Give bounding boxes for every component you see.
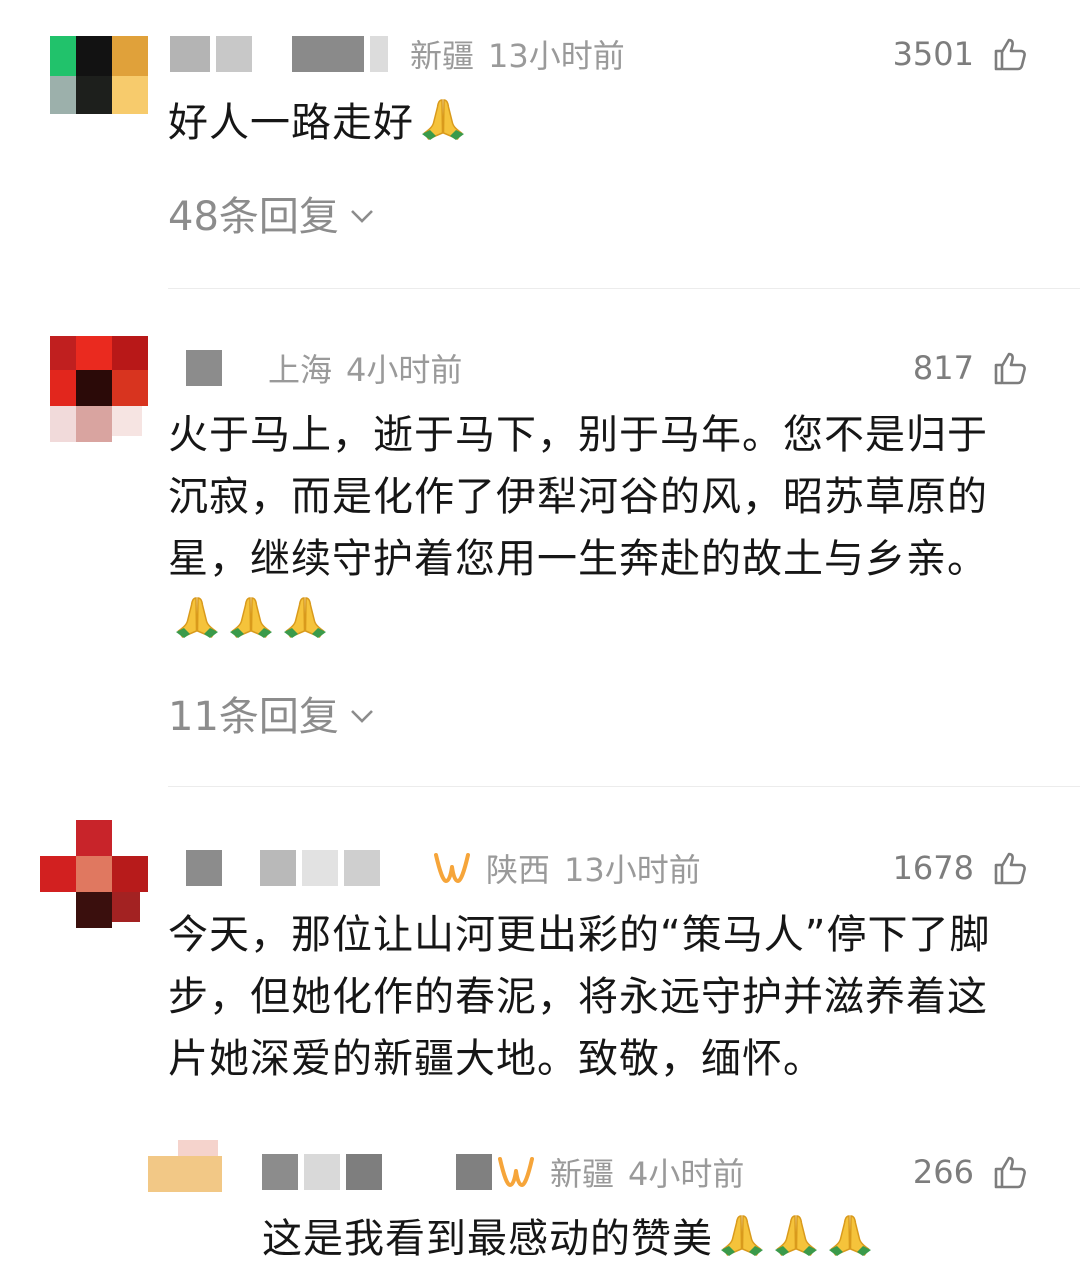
expand-replies-button[interactable]: 48条回复 bbox=[168, 184, 375, 242]
username-redacted[interactable] bbox=[262, 1154, 492, 1190]
username-redacted[interactable] bbox=[170, 36, 394, 72]
like-button[interactable]: 3501 bbox=[893, 34, 1028, 74]
ip-location: 上海 bbox=[268, 351, 333, 389]
avatar[interactable] bbox=[148, 1140, 226, 1196]
ip-location: 新疆 bbox=[550, 1155, 615, 1193]
divider bbox=[168, 786, 1080, 787]
comment-meta: 新疆 4小时前 bbox=[262, 1152, 745, 1193]
replies-count: 11条回复 bbox=[168, 694, 339, 740]
like-button[interactable]: 1678 bbox=[893, 848, 1028, 888]
like-button[interactable]: 266 bbox=[913, 1152, 1028, 1192]
ip-location: 新疆 bbox=[410, 37, 475, 75]
username-redacted[interactable] bbox=[186, 850, 386, 886]
like-count: 1678 bbox=[892, 849, 974, 887]
chevron-down-icon bbox=[339, 690, 375, 736]
comment-text: 火于马上，逝于马下，别于马年。您不是归于沉寂，而是化作了伊犁河谷的风，昭苏草原的… bbox=[168, 404, 1028, 652]
divider bbox=[168, 288, 1080, 289]
folded-hands-emoji-icon bbox=[825, 1212, 875, 1258]
like-count: 817 bbox=[912, 349, 974, 387]
thumbs-up-icon bbox=[992, 850, 1028, 886]
replies-count: 48条回复 bbox=[168, 194, 339, 240]
comment-3: 陕西 13小时前 1678 今天，那位让山河更出彩的“策马人”停下了脚步，但她化… bbox=[0, 790, 1080, 1110]
vip-badge-icon bbox=[496, 1153, 536, 1191]
folded-hands-emoji-icon bbox=[717, 1212, 767, 1258]
like-button[interactable]: 817 bbox=[913, 348, 1028, 388]
timestamp: 4小时前 bbox=[346, 351, 463, 389]
chevron-down-icon bbox=[339, 190, 375, 236]
reply-1: 新疆 4小时前 266 这是我看到最感动的赞美 bbox=[0, 1110, 1080, 1281]
ip-location: 陕西 bbox=[486, 851, 551, 889]
comment-meta: 新疆 13小时前 bbox=[170, 34, 625, 75]
expand-replies-button[interactable]: 11条回复 bbox=[168, 684, 375, 742]
thumbs-up-icon bbox=[992, 36, 1028, 72]
timestamp: 4小时前 bbox=[628, 1155, 745, 1193]
comment-meta: 陕西 13小时前 bbox=[186, 848, 701, 889]
comment-1: 新疆 13小时前 3501 好人一路走好 48条回复 bbox=[0, 0, 1080, 290]
folded-hands-emoji-icon bbox=[418, 96, 468, 142]
avatar[interactable] bbox=[40, 820, 150, 932]
vip-badge-icon bbox=[432, 849, 472, 887]
folded-hands-emoji-icon bbox=[771, 1212, 821, 1258]
thumbs-up-icon bbox=[992, 1154, 1028, 1190]
comment-text: 好人一路走好 bbox=[168, 92, 1028, 154]
comment-2: 上海 4小时前 817 火于马上，逝于马下，别于马年。您不是归于沉寂，而是化作了… bbox=[0, 290, 1080, 790]
avatar[interactable] bbox=[50, 336, 148, 442]
timestamp: 13小时前 bbox=[488, 37, 625, 75]
like-count: 266 bbox=[912, 1153, 974, 1191]
folded-hands-emoji-icon bbox=[226, 594, 276, 640]
avatar[interactable] bbox=[50, 28, 148, 116]
username-redacted[interactable] bbox=[186, 350, 228, 386]
comment-text: 今天，那位让山河更出彩的“策马人”停下了脚步，但她化作的春泥，将永远守护并滋养着… bbox=[168, 912, 991, 1082]
comment-meta: 上海 4小时前 bbox=[186, 348, 463, 389]
timestamp: 13小时前 bbox=[564, 851, 701, 889]
like-count: 3501 bbox=[892, 35, 974, 73]
folded-hands-emoji-icon bbox=[172, 594, 222, 640]
thumbs-up-icon bbox=[992, 350, 1028, 386]
folded-hands-emoji-icon bbox=[280, 594, 330, 640]
comment-text: 这是我看到最感动的赞美 bbox=[262, 1208, 1042, 1270]
